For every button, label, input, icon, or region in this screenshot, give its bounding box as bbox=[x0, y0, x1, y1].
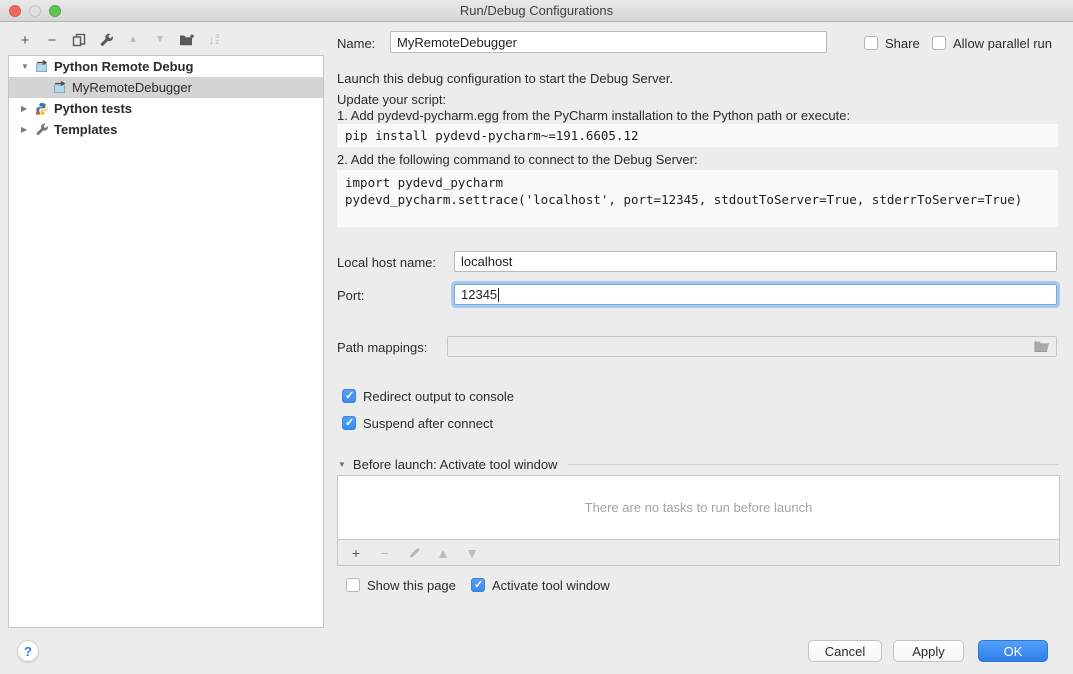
ok-button[interactable]: OK bbox=[978, 640, 1048, 662]
configurations-tree: ▼ Python Remote Debug MyRemoteDebugger ▶… bbox=[8, 55, 324, 628]
local-host-name-label: Local host name: bbox=[337, 255, 436, 270]
name-value: MyRemoteDebugger bbox=[397, 35, 517, 50]
port-input[interactable]: 12345 bbox=[454, 284, 1057, 305]
before-launch-panel: There are no tasks to run before launch … bbox=[337, 475, 1060, 566]
suspend-after-connect-label: Suspend after connect bbox=[363, 416, 493, 431]
section-divider bbox=[568, 464, 1058, 465]
instruction-step-2: 2. Add the following command to connect … bbox=[337, 152, 698, 167]
collapse-section-icon[interactable]: ▼ bbox=[338, 460, 346, 469]
instruction-line-1: Launch this debug configuration to start… bbox=[337, 71, 673, 86]
expander-expand-icon[interactable]: ▶ bbox=[21, 125, 35, 134]
copy-configuration-icon[interactable] bbox=[71, 31, 87, 49]
empty-tasks-message: There are no tasks to run before launch bbox=[585, 500, 813, 515]
title-bar: Run/Debug Configurations bbox=[0, 0, 1073, 22]
port-label: Port: bbox=[337, 288, 364, 303]
expander-expand-icon[interactable]: ▶ bbox=[21, 104, 35, 113]
zoom-window-button[interactable] bbox=[49, 5, 61, 17]
minimize-window-button[interactable] bbox=[29, 5, 41, 17]
share-checkbox-group[interactable]: Share bbox=[864, 35, 920, 51]
path-mappings-label: Path mappings: bbox=[337, 340, 427, 355]
name-input[interactable]: MyRemoteDebugger bbox=[390, 31, 827, 53]
move-task-up-icon[interactable]: ▲ bbox=[435, 544, 451, 562]
local-host-name-value: localhost bbox=[461, 254, 512, 269]
configurations-toolbar: + − ▲ ▼ ↓az bbox=[17, 30, 222, 50]
expander-collapse-icon[interactable]: ▼ bbox=[21, 62, 35, 71]
show-this-page-label: Show this page bbox=[367, 578, 456, 593]
path-mappings-input[interactable] bbox=[447, 336, 1057, 357]
new-folder-icon[interactable] bbox=[179, 31, 195, 49]
tree-item-label: Templates bbox=[54, 122, 117, 137]
instruction-step-1: 1. Add pydevd-pycharm.egg from the PyCha… bbox=[337, 108, 850, 123]
share-checkbox[interactable] bbox=[864, 36, 878, 50]
local-host-name-input[interactable]: localhost bbox=[454, 251, 1057, 272]
allow-parallel-run-checkbox-group[interactable]: Allow parallel run bbox=[932, 35, 1052, 51]
move-task-down-icon[interactable]: ▼ bbox=[464, 544, 480, 562]
pip-install-code-block: pip install pydevd-pycharm~=191.6605.12 bbox=[337, 124, 1058, 147]
port-value: 12345 bbox=[461, 287, 497, 302]
tree-item-label: MyRemoteDebugger bbox=[72, 80, 192, 95]
activate-tool-window-checkbox-group[interactable]: Activate tool window bbox=[471, 577, 610, 593]
before-launch-header[interactable]: ▼ Before launch: Activate tool window bbox=[338, 457, 1058, 472]
show-this-page-checkbox-group[interactable]: Show this page bbox=[346, 577, 456, 593]
tree-item-python-tests[interactable]: ▶ Python tests bbox=[9, 98, 323, 119]
remote-debug-config-icon bbox=[53, 81, 68, 95]
activate-tool-window-label: Activate tool window bbox=[492, 578, 610, 593]
remove-task-button[interactable]: − bbox=[377, 544, 393, 562]
add-configuration-button[interactable]: + bbox=[17, 31, 33, 49]
name-label: Name: bbox=[337, 36, 375, 51]
add-task-button[interactable]: + bbox=[348, 544, 364, 562]
before-launch-title: Before launch: Activate tool window bbox=[353, 457, 558, 472]
tree-item-python-remote-debug[interactable]: ▼ Python Remote Debug bbox=[9, 56, 323, 77]
edit-task-pencil-icon[interactable] bbox=[406, 544, 422, 562]
instruction-line-2: Update your script: bbox=[337, 92, 446, 107]
allow-parallel-run-checkbox[interactable] bbox=[932, 36, 946, 50]
edit-templates-wrench-icon[interactable] bbox=[98, 31, 114, 49]
redirect-output-checkbox[interactable] bbox=[342, 389, 356, 403]
templates-wrench-icon bbox=[35, 123, 50, 137]
browse-folder-icon[interactable] bbox=[1034, 340, 1050, 353]
remove-configuration-button[interactable]: − bbox=[44, 31, 60, 49]
close-window-button[interactable] bbox=[9, 5, 21, 17]
allow-parallel-run-label: Allow parallel run bbox=[953, 36, 1052, 51]
run-debug-configurations-dialog: Run/Debug Configurations + − ▲ ▼ ↓az ▼ bbox=[0, 0, 1073, 674]
tree-item-myremotedebugger[interactable]: MyRemoteDebugger bbox=[9, 77, 323, 98]
apply-button[interactable]: Apply bbox=[893, 640, 964, 662]
text-cursor bbox=[498, 288, 499, 302]
show-this-page-checkbox[interactable] bbox=[346, 578, 360, 592]
tree-item-templates[interactable]: ▶ Templates bbox=[9, 119, 323, 140]
tree-item-label: Python Remote Debug bbox=[54, 59, 193, 74]
before-launch-toolbar: + − ▲ ▼ bbox=[338, 540, 1059, 565]
suspend-after-connect-checkbox[interactable] bbox=[342, 416, 356, 430]
cancel-button[interactable]: Cancel bbox=[808, 640, 882, 662]
help-button[interactable]: ? bbox=[17, 640, 39, 662]
redirect-output-checkbox-group[interactable]: Redirect output to console bbox=[342, 388, 514, 404]
remote-debug-config-icon bbox=[35, 60, 50, 74]
share-label: Share bbox=[885, 36, 920, 51]
tree-item-label: Python tests bbox=[54, 101, 132, 116]
redirect-output-label: Redirect output to console bbox=[363, 389, 514, 404]
sort-alphabetically-icon[interactable]: ↓az bbox=[206, 31, 222, 49]
settrace-code-block: import pydevd_pycharm pydevd_pycharm.set… bbox=[337, 170, 1058, 227]
window-title: Run/Debug Configurations bbox=[0, 0, 1073, 21]
activate-tool-window-checkbox[interactable] bbox=[471, 578, 485, 592]
before-launch-task-list[interactable]: There are no tasks to run before launch bbox=[338, 476, 1059, 540]
traffic-lights bbox=[9, 5, 61, 17]
python-tests-icon bbox=[35, 102, 50, 116]
suspend-after-connect-checkbox-group[interactable]: Suspend after connect bbox=[342, 415, 493, 431]
move-up-icon[interactable]: ▲ bbox=[125, 31, 141, 49]
move-down-icon[interactable]: ▼ bbox=[152, 31, 168, 49]
